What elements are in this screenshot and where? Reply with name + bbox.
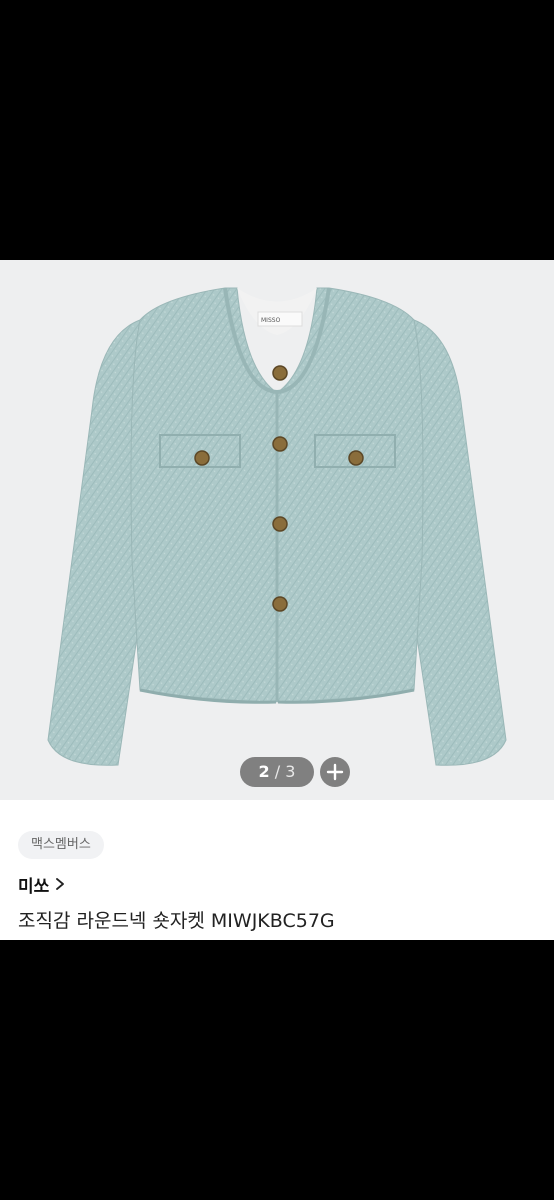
pager-separator: / — [274, 762, 281, 781]
bottom-letterbox — [0, 940, 554, 1200]
pager-current: 2 — [258, 762, 270, 781]
brand-name: 미쏘 — [18, 876, 50, 897]
product-title: 조직감 라운드넥 숏자켓 MIWJKBC57G — [18, 910, 335, 932]
membership-tag: 맥스멤버스 — [18, 831, 104, 859]
top-letterbox — [0, 0, 554, 260]
neck-label-text: MISSO — [261, 317, 281, 324]
image-pager: 2 / 3 — [240, 757, 314, 787]
pager-total: 3 — [285, 762, 296, 781]
plus-icon — [326, 763, 344, 781]
zoom-button[interactable] — [320, 757, 350, 787]
product-image: MISSO — [47, 287, 507, 766]
brand-link[interactable]: 미쏘 — [18, 871, 65, 897]
product-image-gallery[interactable]: MISSO — [0, 260, 554, 800]
chevron-right-icon — [56, 878, 65, 890]
